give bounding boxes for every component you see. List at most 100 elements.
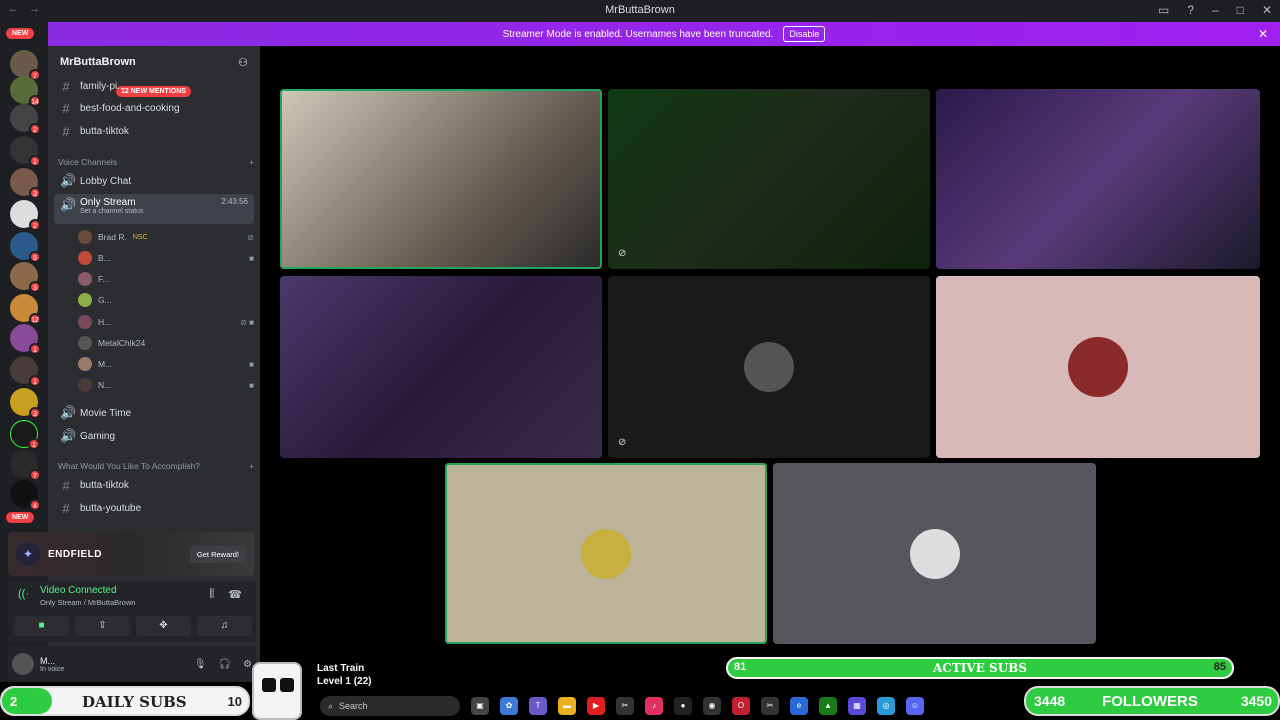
discord-icon[interactable]: ☺: [906, 697, 924, 715]
noise-suppression-icon[interactable]: ⫼: [209, 588, 214, 601]
disconnect-icon[interactable]: ☎: [228, 588, 242, 601]
new-pill[interactable]: NEW: [6, 28, 35, 39]
channel-movie-time[interactable]: 🔊 Movie Time: [54, 403, 254, 423]
activities-button[interactable]: ✥: [136, 616, 191, 636]
video-tile-host[interactable]: [280, 89, 602, 269]
get-reward-button[interactable]: Get Reward!: [189, 545, 246, 563]
microphone-icon[interactable]: 🎙: [194, 659, 207, 670]
voice-user[interactable]: F...: [78, 270, 254, 288]
obs-icon[interactable]: ◉: [703, 697, 721, 715]
banner-close-icon[interactable]: ✕: [1258, 27, 1268, 41]
server-badge: 2: [29, 219, 41, 231]
github-icon[interactable]: ●: [674, 697, 692, 715]
connection-status[interactable]: Video Connected: [40, 585, 117, 596]
audio-tile-yellow[interactable]: [445, 463, 767, 644]
server-icon[interactable]: 1: [10, 356, 41, 387]
server-icon[interactable]: 14: [10, 76, 41, 107]
screen-share-button[interactable]: ⇪: [75, 616, 130, 636]
channel-butta-tiktok-2[interactable]: # butta-tiktok: [54, 475, 254, 495]
avatar: [78, 357, 92, 371]
server-icon[interactable]: 3: [10, 168, 41, 199]
capcut-icon[interactable]: ✂: [616, 697, 634, 715]
minimize-icon[interactable]: –: [1212, 3, 1219, 17]
server-icon[interactable]: 3: [10, 262, 41, 293]
server-icon[interactable]: 1: [10, 324, 41, 355]
muted-camera-icon: ⊘ ■: [240, 317, 254, 327]
promo-card[interactable]: ✦ ENDFIELD Get Reward!: [8, 532, 254, 576]
promo-name: ENDFIELD: [48, 548, 102, 560]
nvidia-icon[interactable]: ▲: [819, 697, 837, 715]
task-view-icon[interactable]: ▣: [471, 697, 489, 715]
voice-user[interactable]: Brad R. NSC ⊘: [78, 228, 254, 246]
server-icon[interactable]: 5: [10, 232, 41, 263]
video-tile-purple[interactable]: [936, 89, 1260, 269]
chrome-icon[interactable]: ◎: [877, 697, 895, 715]
channel-status[interactable]: Set a channel status: [80, 208, 143, 215]
channel-only-stream[interactable]: 🔊 Only Stream Set a channel status 2:43:…: [54, 194, 254, 224]
opera-icon[interactable]: O: [732, 697, 750, 715]
settings-gear-icon[interactable]: ⚙: [243, 659, 252, 670]
add-channel-icon[interactable]: +: [249, 461, 254, 471]
inbox-icon[interactable]: ▭: [1158, 3, 1169, 17]
server-icon[interactable]: 12: [10, 294, 41, 325]
video-tile-woman[interactable]: [280, 276, 602, 458]
avatar: [78, 378, 92, 392]
calendar-icon[interactable]: ▦: [848, 697, 866, 715]
add-channel-icon[interactable]: +: [249, 157, 254, 167]
channel-best-food[interactable]: # best-food-and-cooking: [54, 98, 254, 118]
teams-icon[interactable]: T: [529, 697, 547, 715]
signal-icon[interactable]: ((·: [18, 588, 29, 600]
youtube-icon[interactable]: ▶: [587, 697, 605, 715]
server-icon[interactable]: 2: [10, 200, 41, 231]
train-title: Last Train: [317, 663, 365, 674]
server-icon[interactable]: 1: [10, 136, 41, 167]
maximize-icon[interactable]: □: [1237, 3, 1244, 17]
copilot-icon[interactable]: ✿: [500, 697, 518, 715]
server-icon[interactable]: 7: [10, 450, 41, 481]
channel-label: butta-tiktok: [80, 479, 129, 491]
guild-header[interactable]: MrButtaBrown ⚇: [48, 46, 260, 78]
tiktok-icon[interactable]: ♪: [645, 697, 663, 715]
connection-channel[interactable]: Only Stream / MrButtaBrown: [40, 598, 135, 607]
channel-butta-youtube[interactable]: # butta-youtube: [54, 498, 254, 518]
voice-channels-category[interactable]: Voice Channels +: [58, 157, 254, 167]
taskbar-search[interactable]: ⌕ Search: [320, 696, 460, 716]
server-icon[interactable]: 3: [10, 388, 41, 419]
kick-server-icon[interactable]: 1: [10, 420, 40, 450]
help-icon[interactable]: ?: [1187, 3, 1194, 17]
voice-user[interactable]: G...: [78, 291, 254, 309]
disable-button[interactable]: Disable: [783, 26, 826, 42]
audio-tile[interactable]: ⊘: [608, 276, 930, 458]
voice-user[interactable]: MetalChik24: [78, 334, 254, 352]
add-member-icon[interactable]: ⚇: [238, 56, 248, 69]
accomplish-category[interactable]: What Would You Like To Accomplish? +: [58, 461, 254, 471]
channel-gaming[interactable]: 🔊 Gaming: [54, 426, 254, 446]
channel-label: best-food-and-cooking: [80, 102, 180, 114]
server-badge: 1: [29, 155, 41, 167]
voice-user[interactable]: M... ■: [78, 355, 254, 373]
server-icon[interactable]: 4: [10, 480, 41, 511]
soundboard-button[interactable]: ♫: [197, 616, 252, 636]
video-tile-kick[interactable]: ⊘: [608, 89, 930, 269]
user-avatar[interactable]: [12, 653, 34, 675]
voice-user[interactable]: N... ■: [78, 376, 254, 394]
server-icon[interactable]: 2: [10, 104, 41, 135]
server-icon[interactable]: 7: [10, 50, 41, 81]
edge-icon[interactable]: e: [790, 697, 808, 715]
channel-family[interactable]: # family-pi...: [54, 76, 254, 96]
channel-lobby-chat[interactable]: 🔊 Lobby Chat: [54, 171, 254, 191]
close-window-icon[interactable]: ✕: [1262, 3, 1272, 17]
voice-user[interactable]: H... ⊘ ■: [78, 313, 254, 331]
capcut-alt-icon[interactable]: ✂: [761, 697, 779, 715]
server-badge: 5: [29, 251, 41, 263]
audio-tile-exist[interactable]: [773, 463, 1096, 644]
channel-butta-tiktok[interactable]: # butta-tiktok: [54, 121, 254, 141]
user-info: M... In voice: [34, 656, 64, 673]
new-pill-bottom[interactable]: NEW: [6, 512, 35, 523]
headphones-icon[interactable]: 🎧: [219, 659, 231, 670]
server-badge: 2: [29, 123, 41, 135]
audio-tile-foxy[interactable]: [936, 276, 1260, 458]
folder-icon[interactable]: ▬: [558, 697, 576, 715]
camera-toggle-button[interactable]: ■: [14, 616, 69, 636]
voice-user[interactable]: B... ■: [78, 249, 254, 267]
